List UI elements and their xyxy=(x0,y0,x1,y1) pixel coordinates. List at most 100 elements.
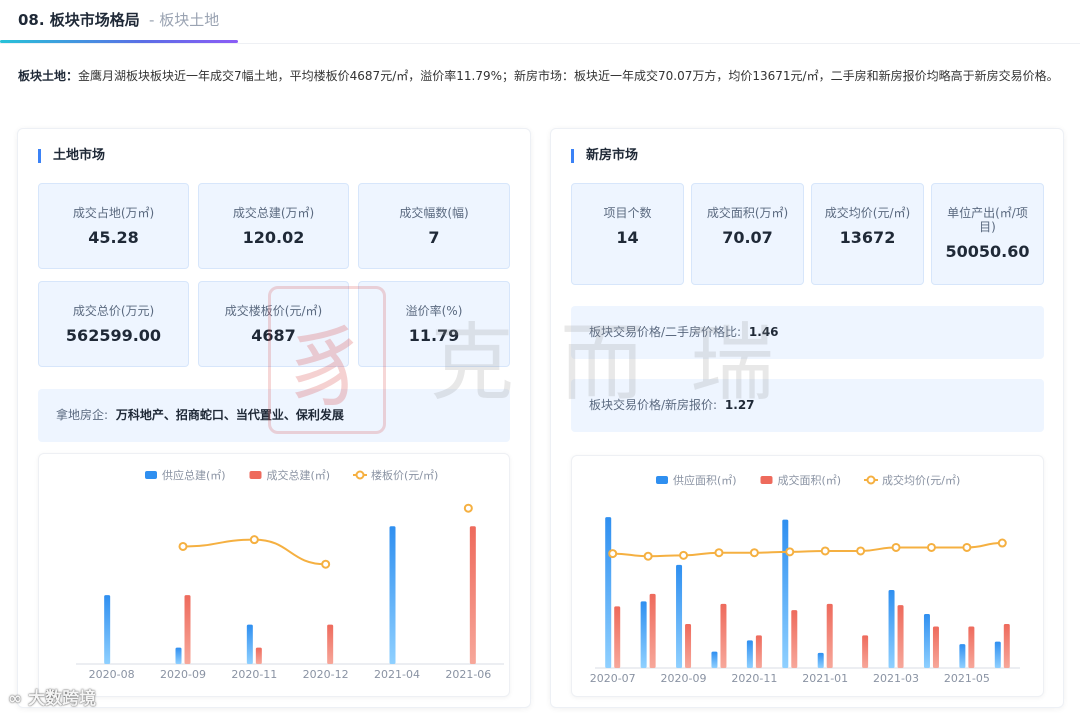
ratio-newhouse-value: 1.27 xyxy=(724,398,755,412)
ratio-secondhand-label: 板块交易价格/二手房价格比: xyxy=(589,325,742,339)
x-tick-label: 2021-04 xyxy=(374,668,420,681)
stat-avg-price: 成交均价(元/㎡) 13672 xyxy=(811,183,924,285)
supply-bar xyxy=(246,624,253,664)
price-point xyxy=(856,546,866,556)
section-header: 08. 板块市场格局 - 板块土地 xyxy=(0,0,1080,44)
land-buyers-row: 拿地房企: 万科地产、招商蛇口、当代置业、保利发展 xyxy=(38,389,510,442)
stat-label: 溢价率(%) xyxy=(405,304,463,318)
legend-swatch xyxy=(249,471,262,479)
x-tick-label: 2020-08 xyxy=(89,668,135,681)
stat-premium-rate: 溢价率(%) 11.79 xyxy=(358,281,510,367)
price-point xyxy=(891,542,901,552)
price-point xyxy=(785,547,795,557)
legend-label: 供应总建(㎡) xyxy=(162,468,226,482)
deal-bar xyxy=(1003,624,1010,668)
newhouse-chart-card: 供应面积(㎡) 成交面积(㎡) 成交均价(元/㎡) 2020-07 2020-09 202… xyxy=(571,455,1044,697)
price-point xyxy=(249,535,259,545)
footer-logo: ∞ 大数跨境 xyxy=(8,684,96,709)
stat-label: 成交均价(元/㎡) xyxy=(824,206,911,220)
supply-bar xyxy=(104,595,111,664)
deal-bar xyxy=(968,626,975,668)
supply-bar xyxy=(817,652,824,668)
stat-deal-area: 成交面积(万㎡) 70.07 xyxy=(691,183,804,285)
price-point xyxy=(608,549,618,559)
land-buyers-label: 拿地房企: xyxy=(56,408,109,422)
legend-label: 成交面积(㎡) xyxy=(778,473,842,487)
supply-bar xyxy=(994,641,1001,668)
deal-bar xyxy=(791,610,798,668)
newhouse-market-panel: 新房市场 项目个数 14 成交面积(万㎡) 70.07 成交均价(元/㎡) 13… xyxy=(550,128,1064,708)
legend-label: 成交总建(㎡) xyxy=(267,468,331,482)
supply-bar xyxy=(711,651,718,668)
deal-bar xyxy=(184,595,191,664)
x-tick-label: 2020-11 xyxy=(231,668,277,681)
page-title: 08. 板块市场格局 - 板块土地 xyxy=(18,9,219,30)
x-tick-label: 2020-09 xyxy=(160,668,206,681)
price-point xyxy=(749,548,759,558)
deal-bar xyxy=(614,606,621,668)
supply-bar xyxy=(676,564,683,668)
deal-bar xyxy=(720,603,727,668)
stat-label: 成交面积(万㎡) xyxy=(706,206,789,220)
x-tick-label: 2020-07 xyxy=(590,672,636,685)
price-point xyxy=(962,542,972,552)
stat-label: 成交总建(万㎡) xyxy=(232,206,315,220)
stat-label: 项目个数 xyxy=(603,206,652,220)
price-point xyxy=(714,548,724,558)
supply-bar xyxy=(923,613,930,668)
supply-bar xyxy=(746,640,753,668)
supply-bar xyxy=(175,647,182,664)
stat-value: 45.28 xyxy=(88,228,139,247)
supply-bar xyxy=(605,517,612,668)
land-buyers-value: 万科地产、招商蛇口、当代置业、保利发展 xyxy=(115,408,344,422)
title-divider xyxy=(0,43,1080,44)
x-tick-label: 2020-12 xyxy=(303,668,349,681)
stat-floor-price: 成交楼板价(元/㎡) 4687 xyxy=(198,281,349,367)
stat-total-building: 成交总建(万㎡) 120.02 xyxy=(198,183,349,269)
newhouse-market-title: 新房市场 xyxy=(571,149,638,163)
deal-bar xyxy=(327,624,334,664)
stat-label: 成交总价(万元) xyxy=(72,304,155,318)
x-tick-label: 2021-06 xyxy=(445,668,491,681)
price-point xyxy=(321,559,331,569)
land-market-title: 土地市场 xyxy=(38,149,105,163)
stat-land-area: 成交占地(万㎡) 45.28 xyxy=(38,183,189,269)
stat-value: 70.07 xyxy=(722,228,773,247)
x-tick-label: 2020-09 xyxy=(661,672,707,685)
legend-label: 楼板价(元/㎡) xyxy=(371,468,438,482)
newhouse-chart: 供应面积(㎡) 成交面积(㎡) 成交均价(元/㎡) 2020-07 2020-09 202… xyxy=(590,473,1020,685)
x-tick-label: 2021-05 xyxy=(944,672,990,685)
price-line xyxy=(612,542,1003,558)
deal-bar xyxy=(255,647,262,664)
deal-bar xyxy=(755,635,762,668)
deal-bar xyxy=(469,526,476,664)
price-point xyxy=(643,551,653,561)
supply-bar xyxy=(389,526,396,664)
supply-bar xyxy=(640,601,647,668)
deal-bar xyxy=(649,593,656,668)
price-point xyxy=(679,550,689,560)
deal-bar xyxy=(685,624,692,668)
legend-label: 成交均价(元/㎡) xyxy=(882,473,960,487)
deal-bar xyxy=(897,605,904,668)
stat-value: 13672 xyxy=(839,228,896,247)
stat-value: 4687 xyxy=(251,326,296,345)
stat-value: 7 xyxy=(428,228,440,247)
price-point xyxy=(463,503,473,513)
deal-bar xyxy=(932,626,939,668)
legend-swatch xyxy=(760,476,773,484)
legend-swatch xyxy=(145,471,157,479)
stat-unit-output: 单位产出(㎡/项目) 50050.60 xyxy=(931,183,1044,285)
supply-bar xyxy=(888,590,895,668)
legend-label: 供应面积(㎡) xyxy=(673,473,737,487)
ratio-newhouse-row: 板块交易价格/新房报价: 1.27 xyxy=(571,379,1044,432)
deal-bar xyxy=(862,635,869,668)
logo-icon: ∞ xyxy=(8,689,29,709)
legend-marker xyxy=(355,470,365,480)
price-point xyxy=(926,542,936,552)
stat-value: 50050.60 xyxy=(945,242,1030,261)
stat-parcel-count: 成交幅数(幅) 7 xyxy=(358,183,510,269)
stat-label: 成交幅数(幅) xyxy=(399,206,469,220)
summary-paragraph: 板块土地：金鹰月湖板块板块近一年成交7幅土地，平均楼板价4687元/㎡，溢价率1… xyxy=(18,64,1063,88)
footer-logo-text: 大数跨境 xyxy=(28,689,97,709)
